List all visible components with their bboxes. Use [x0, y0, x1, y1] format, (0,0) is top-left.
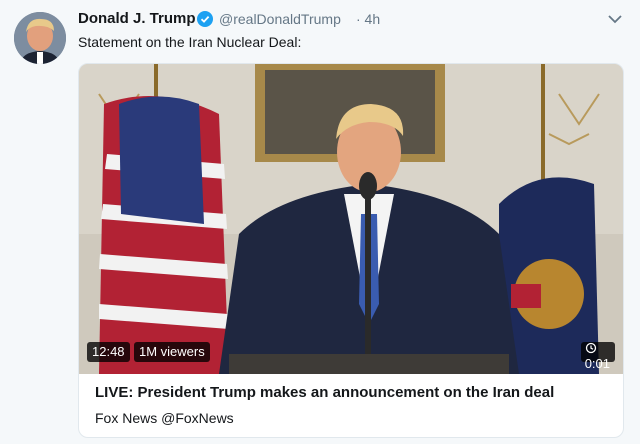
timer-text: 0:01: [584, 356, 610, 371]
avatar[interactable]: [14, 12, 66, 64]
card-source[interactable]: Fox News @FoxNews: [95, 410, 234, 426]
media-card[interactable]: 12:48 1M viewers 0:01 LIVE: President Tr…: [78, 63, 624, 438]
card-title[interactable]: LIVE: President Trump makes an announcem…: [95, 384, 554, 401]
chevron-down-icon[interactable]: [608, 14, 622, 24]
author-name[interactable]: Donald J. Trump: [78, 10, 196, 27]
timer-badge: 0:01: [580, 342, 615, 371]
verified-badge-icon: [197, 11, 213, 27]
author-handle[interactable]: @realDonaldTrump: [219, 11, 341, 27]
us-flag: [99, 64, 229, 374]
tweet-text: Statement on the Iran Nuclear Deal:: [78, 34, 302, 50]
video-frame: [79, 64, 623, 374]
viewers-badge: 1M viewers: [134, 342, 210, 362]
tweet-timestamp[interactable]: · 4h: [356, 11, 380, 27]
duration-badge: 12:48: [87, 342, 130, 362]
clock-replay-icon: [585, 342, 596, 354]
video-player[interactable]: 12:48 1M viewers 0:01: [79, 64, 623, 374]
